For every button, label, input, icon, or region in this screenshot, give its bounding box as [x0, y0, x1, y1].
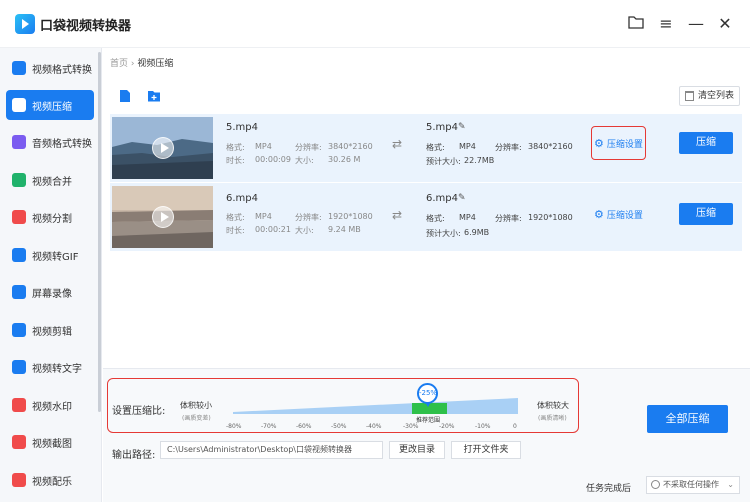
ratio-tick-label: -10%: [475, 423, 491, 430]
ratio-tick-label: -20%: [439, 423, 455, 430]
slider-pointer: [425, 402, 431, 407]
ban-icon: [651, 480, 660, 489]
ratio-tick-label: -60%: [296, 423, 312, 430]
chevron-down-icon: ⌄: [727, 480, 734, 489]
open-folder-button[interactable]: 打开文件夹: [451, 441, 521, 459]
output-path-input[interactable]: C:\Users\Administrator\Desktop\口袋视频转换器: [160, 441, 383, 459]
change-directory-button[interactable]: 更改目录: [389, 441, 445, 459]
ratio-slider-handle[interactable]: -25%: [417, 383, 438, 404]
after-task-label: 任务完成后: [586, 484, 632, 494]
after-task-select[interactable]: 不采取任何操作 ⌄: [646, 476, 740, 494]
recommended-range-label: 推荐范围: [416, 417, 441, 424]
ratio-tick-label: -40%: [366, 423, 382, 430]
ratio-tick-label: -70%: [261, 423, 277, 430]
ratio-tick-label: -80%: [226, 423, 242, 430]
ratio-tick-label: -30%: [403, 423, 419, 430]
output-path-label: 输出路径:: [112, 450, 156, 461]
compress-all-button[interactable]: 全部压缩: [647, 405, 728, 433]
ratio-tick-label: 0: [513, 423, 517, 430]
ratio-tick-label: -50%: [331, 423, 347, 430]
